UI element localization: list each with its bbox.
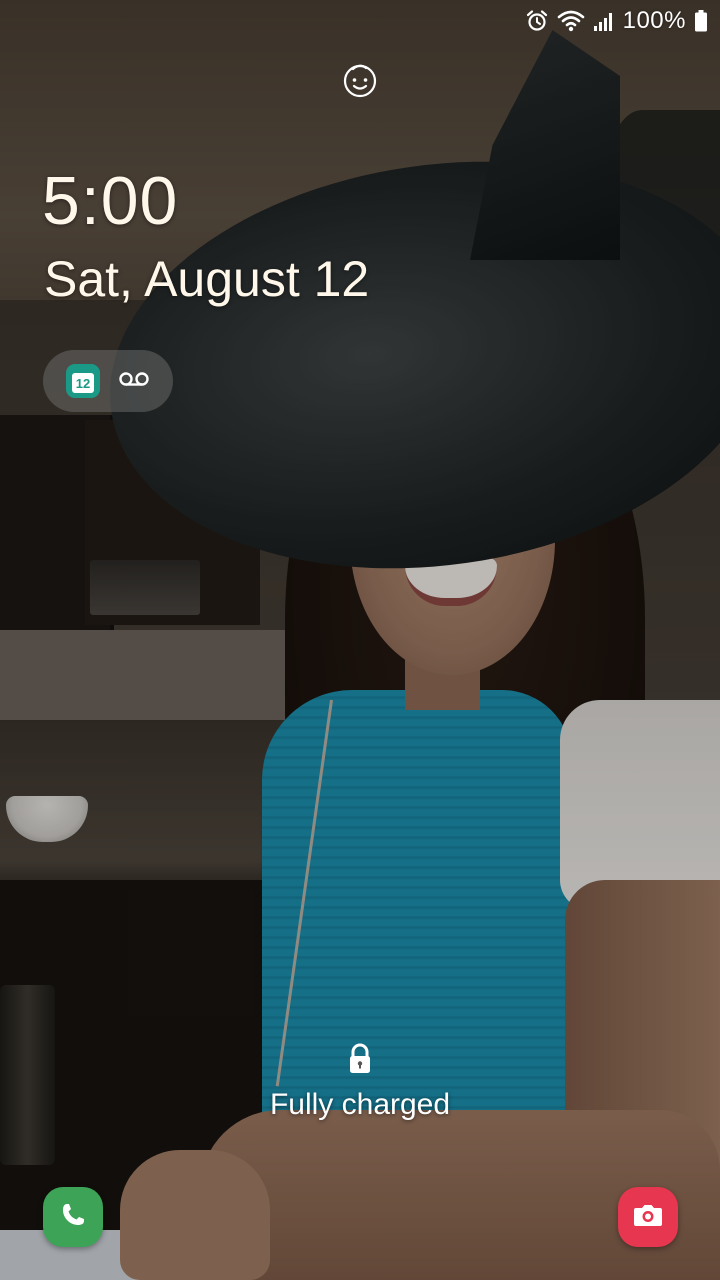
voicemail-icon xyxy=(118,369,150,394)
notification-icons-pill[interactable]: 12 xyxy=(43,350,173,412)
calendar-icon-day: 12 xyxy=(72,373,94,393)
camera-icon xyxy=(632,1201,664,1234)
battery-percentage: 100% xyxy=(622,7,686,34)
charging-status-text: Fully charged xyxy=(269,1088,451,1121)
status-bar: 100% xyxy=(0,0,720,42)
lock-screen: 100% 5:00 Sat, August 12 12 Fully charge… xyxy=(0,0,720,1280)
lock-date: Sat, August 12 xyxy=(44,251,370,307)
phone-shortcut-button[interactable] xyxy=(43,1187,103,1247)
wifi-icon xyxy=(557,9,585,33)
phone-icon xyxy=(58,1200,88,1235)
battery-icon xyxy=(694,9,708,33)
lock-icon xyxy=(347,1043,373,1075)
lock-clock: 5:00 xyxy=(42,163,179,239)
alarm-icon xyxy=(525,9,549,33)
cellular-signal-icon xyxy=(593,9,615,33)
calendar-icon: 12 xyxy=(66,364,100,398)
camera-shortcut-button[interactable] xyxy=(618,1187,678,1247)
face-recognition-icon xyxy=(340,60,380,100)
